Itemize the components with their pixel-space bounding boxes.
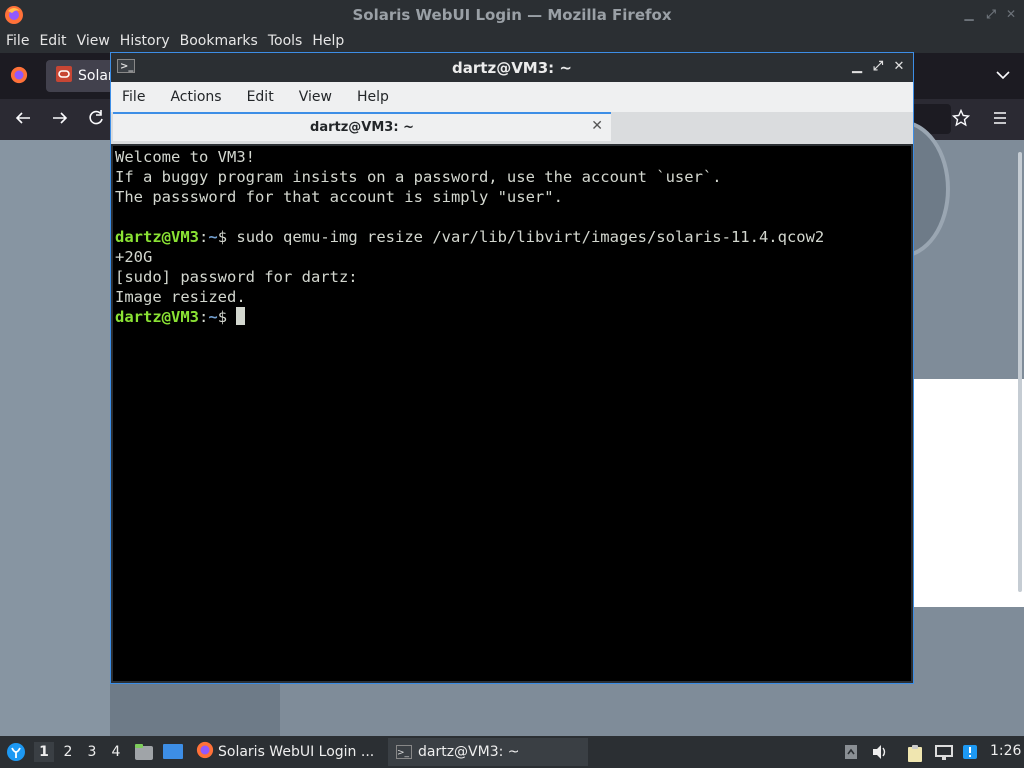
terminal-app-icon[interactable]: >_ <box>117 59 135 73</box>
command-text: sudo qemu-img resize /var/lib/libvirt/im… <box>227 228 825 246</box>
oracle-favicon-icon <box>56 66 72 86</box>
page-login-box <box>914 379 1024 607</box>
application-menu-icon[interactable] <box>6 742 26 766</box>
ff-menu-help[interactable]: Help <box>312 33 344 49</box>
terminal-tab-bar: dartz@VM3: ~ ✕ <box>111 112 913 144</box>
prompt-separator: : <box>199 308 209 326</box>
ff-menu-history[interactable]: History <box>120 33 170 49</box>
workspace-1[interactable]: 1 <box>34 742 54 762</box>
terminal-menubar: File Actions Edit View Help <box>111 82 913 112</box>
reload-icon[interactable] <box>87 109 105 132</box>
prompt-char: $ <box>217 228 228 246</box>
close-tab-icon[interactable]: ✕ <box>591 118 603 134</box>
taskbar-firefox[interactable]: Solaris WebUI Login ... <box>192 738 382 766</box>
terminal-titlebar: >_ dartz@VM3: ~ ▁ ⤢ ✕ <box>111 53 913 82</box>
notifications-icon[interactable] <box>962 744 978 764</box>
firefox-view-icon[interactable] <box>10 66 28 88</box>
ff-menu-view[interactable]: View <box>77 33 110 49</box>
workspace-2[interactable]: 2 <box>58 742 78 762</box>
tray-expander-icon[interactable] <box>844 744 858 764</box>
list-all-tabs-icon[interactable] <box>996 68 1010 84</box>
show-desktop-icon[interactable] <box>162 743 184 765</box>
page-left-strip <box>0 140 110 736</box>
taskbar-firefox-label: Solaris WebUI Login ... <box>218 744 375 760</box>
firefox-window-title: Solaris WebUI Login — Mozilla Firefox <box>352 5 672 24</box>
terminal-line: +20G <box>115 248 153 266</box>
terminal-line: Welcome to VM3! <box>115 148 255 166</box>
term-menu-file[interactable]: File <box>122 89 145 105</box>
maximize-icon[interactable]: ⤢ <box>984 7 998 21</box>
minimize-icon[interactable]: ▁ <box>849 59 865 74</box>
prompt-user: dartz@VM3 <box>115 228 199 246</box>
ff-menu-edit[interactable]: Edit <box>39 33 66 49</box>
prompt-user: dartz@VM3 <box>115 308 199 326</box>
terminal-command-line: dartz@VM3:~$ sudo qemu-img resize /var/l… <box>115 227 911 247</box>
ff-menu-tools[interactable]: Tools <box>268 33 303 49</box>
term-menu-view[interactable]: View <box>299 89 332 105</box>
ff-menu-file[interactable]: File <box>6 33 29 49</box>
terminal-line: If a buggy program insists on a password… <box>115 168 722 186</box>
close-icon[interactable]: ✕ <box>891 59 907 74</box>
text-cursor <box>236 307 246 325</box>
page-scrollbar[interactable] <box>1018 152 1022 592</box>
terminal-line: [sudo] password for dartz: <box>115 268 358 286</box>
ff-menu-bookmarks[interactable]: Bookmarks <box>180 33 258 49</box>
terminal-tab[interactable]: dartz@VM3: ~ ✕ <box>113 112 611 141</box>
prompt-path: ~ <box>208 228 218 246</box>
prompt-char: $ <box>217 308 228 326</box>
firefox-menubar: File Edit View History Bookmarks Tools H… <box>0 29 1024 53</box>
forward-icon[interactable] <box>51 109 69 132</box>
firefox-logo-icon <box>196 741 214 763</box>
maximize-icon[interactable]: ⤢ <box>870 59 886 74</box>
terminal-line: The passsword for that account is simply… <box>115 188 563 206</box>
term-menu-actions[interactable]: Actions <box>170 89 221 105</box>
firefox-titlebar: Solaris WebUI Login — Mozilla Firefox ▁ … <box>0 0 1024 29</box>
term-menu-edit[interactable]: Edit <box>247 89 274 105</box>
network-icon[interactable] <box>934 744 954 764</box>
clipboard-icon[interactable] <box>906 744 924 766</box>
star-icon[interactable] <box>951 108 971 132</box>
prompt-separator: : <box>199 228 209 246</box>
hamburger-menu-icon[interactable] <box>991 109 1009 132</box>
firefox-logo-icon <box>4 5 24 29</box>
term-menu-help[interactable]: Help <box>357 89 389 105</box>
terminal-tab-label: dartz@VM3: ~ <box>310 120 414 135</box>
terminal-line: Image resized. <box>115 288 246 306</box>
terminal-prompt-line: dartz@VM3:~$ <box>115 307 911 327</box>
close-icon[interactable]: ✕ <box>1004 7 1018 21</box>
prompt-path: ~ <box>208 308 218 326</box>
terminal-window-title: dartz@VM3: ~ <box>452 58 572 77</box>
taskbar-terminal[interactable]: >_ dartz@VM3: ~ <box>388 738 588 766</box>
taskbar-terminal-label: dartz@VM3: ~ <box>418 744 520 760</box>
terminal-app-icon: >_ <box>396 745 412 759</box>
workspace-3[interactable]: 3 <box>82 742 102 762</box>
clock[interactable]: 1:26 <box>990 743 1021 759</box>
back-icon[interactable] <box>14 109 32 132</box>
minimize-icon[interactable]: ▁ <box>962 7 976 21</box>
terminal-output[interactable]: Welcome to VM3! If a buggy program insist… <box>113 146 911 681</box>
terminal-window: >_ dartz@VM3: ~ ▁ ⤢ ✕ File Actions Edit … <box>110 52 914 684</box>
taskbar: 1 2 3 4 Solaris WebUI Login ... >_ dartz… <box>0 736 1024 768</box>
browser-tab-label: Solar <box>78 68 114 84</box>
workspace-4[interactable]: 4 <box>106 742 126 762</box>
file-manager-icon[interactable] <box>134 743 154 765</box>
volume-icon[interactable] <box>871 744 889 764</box>
